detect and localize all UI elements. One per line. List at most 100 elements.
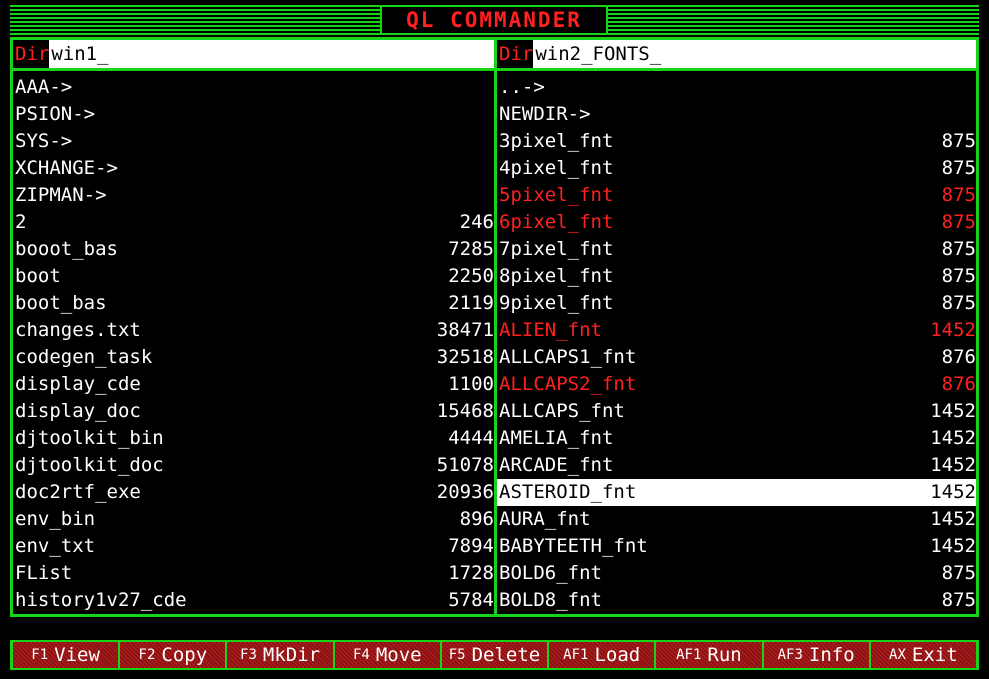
file-name: BOLD8_fnt (499, 589, 602, 611)
file-row[interactable]: display_doc 15468 (13, 398, 494, 425)
file-name: env_bin (15, 508, 96, 530)
file-name: 2 (15, 211, 27, 233)
file-row[interactable]: djtoolkit_bin 4444 (13, 425, 494, 452)
file-name: ALLCAPS_fnt (499, 400, 625, 422)
file-row[interactable]: env_bin 896 (13, 506, 494, 533)
file-name: SYS-> (15, 130, 73, 152)
file-row[interactable]: history1v27_cde 5784 (13, 587, 494, 614)
file-row[interactable]: 2 246 (13, 209, 494, 236)
left-dir-label: Dir (13, 40, 50, 68)
right-dir-bar: Dir win2_FONTS_ (497, 40, 976, 71)
file-size: 896 (459, 508, 494, 530)
file-row[interactable]: doc2rtf_exe 20936 (13, 479, 494, 506)
file-row[interactable]: boot_bas 2119 (13, 290, 494, 317)
file-row[interactable]: 6pixel_fnt 875 (497, 209, 976, 236)
left-dir-input[interactable]: win1_ (49, 40, 494, 68)
file-row[interactable]: XCHANGE-> (13, 155, 494, 182)
file-row[interactable]: 3pixel_fnt 875 (497, 128, 976, 155)
right-dir-input[interactable]: win2_FONTS_ (533, 40, 976, 68)
file-row[interactable]: AURA_fnt 1452 (497, 506, 976, 533)
fkey-code: AF1 (563, 647, 589, 663)
file-name: ALLCAPS1_fnt (499, 346, 637, 368)
file-row[interactable]: booot_bas 7285 (13, 236, 494, 263)
fkey-view-button[interactable]: F1 View (13, 642, 119, 668)
file-row[interactable]: ZIPMAN-> (13, 182, 494, 209)
file-row[interactable]: SYS-> (13, 128, 494, 155)
file-name: doc2rtf_exe (15, 481, 141, 503)
file-name: XCHANGE-> (15, 157, 118, 179)
file-size: 51078 (436, 454, 494, 476)
file-row[interactable]: ARCADE_fnt 1452 (497, 452, 976, 479)
file-row[interactable]: ALLCAPS2_fnt 876 (497, 371, 976, 398)
file-size: 20936 (436, 481, 494, 503)
file-name: boot_bas (15, 292, 107, 314)
file-name: 5pixel_fnt (499, 184, 614, 206)
file-row[interactable]: 9pixel_fnt 875 (497, 290, 976, 317)
file-size: 875 (941, 130, 976, 152)
file-row[interactable]: changes.txt 38471 (13, 317, 494, 344)
right-dir-label: Dir (497, 40, 534, 68)
fkey-move-button[interactable]: F4 Move (334, 642, 440, 668)
file-name: ZIPMAN-> (15, 184, 107, 206)
file-size: 876 (941, 373, 976, 395)
file-row[interactable]: AMELIA_fnt 1452 (497, 425, 976, 452)
fkey-code: F4 (352, 647, 370, 663)
fkey-copy-button[interactable]: F2 Copy (120, 642, 226, 668)
file-name: 4pixel_fnt (499, 157, 614, 179)
file-size: 1452 (930, 481, 976, 503)
file-row[interactable]: FList 1728 (13, 560, 494, 587)
file-row[interactable]: BOLD6_fnt 875 (497, 560, 976, 587)
right-file-list: ..-> NEWDIR-> 3pixel_fnt 875 4pixel_fnt 875 5p… (497, 71, 976, 614)
left-panel[interactable]: Dir win1_ AAA-> PSION-> SYS-> XCHANGE-> ZIPM… (10, 37, 497, 617)
file-row[interactable]: ALIEN_fnt 1452 (497, 317, 976, 344)
fkey-label: View (54, 644, 100, 666)
function-key-bar: F1 View F2 Copy F3 MkDir F4 Move F5 Delete AF1 Load… (10, 640, 979, 670)
fkey-delete-button[interactable]: F5 Delete (441, 642, 548, 668)
file-row[interactable]: 5pixel_fnt 875 (497, 182, 976, 209)
fkey-load-button[interactable]: AF1 Load (549, 642, 655, 668)
left-file-list: AAA-> PSION-> SYS-> XCHANGE-> ZIPMAN-> 2 246 bo… (13, 71, 494, 614)
file-size: 1452 (930, 508, 976, 530)
file-row[interactable]: BABYTEETH_fnt 1452 (497, 533, 976, 560)
file-row[interactable]: boot 2250 (13, 263, 494, 290)
left-dir-bar: Dir win1_ (13, 40, 494, 71)
file-size: 1452 (930, 319, 976, 341)
file-row[interactable]: 8pixel_fnt 875 (497, 263, 976, 290)
file-name: booot_bas (15, 238, 118, 260)
file-name: FList (15, 562, 73, 584)
fkey-code: F3 (240, 647, 257, 663)
fkey-run-button[interactable]: AF1 Run (656, 642, 762, 668)
file-row[interactable]: djtoolkit_doc 51078 (13, 452, 494, 479)
file-row[interactable]: ALLCAPS1_fnt 876 (497, 344, 976, 371)
file-size: 4444 (448, 427, 494, 449)
file-row[interactable]: ..-> (497, 74, 976, 101)
file-name: BOLD6_fnt (499, 562, 602, 584)
file-name: NEWDIR-> (499, 103, 591, 125)
fkey-label: Copy (161, 644, 208, 666)
file-row[interactable]: PSION-> (13, 101, 494, 128)
right-panel[interactable]: Dir win2_FONTS_ ..-> NEWDIR-> 3pixel_fnt 87… (494, 37, 979, 617)
file-size: 38471 (436, 319, 494, 341)
fkey-info-button[interactable]: AF3 Info (763, 642, 869, 668)
fkey-exit-button[interactable]: AX Exit (870, 642, 976, 668)
file-row[interactable]: 4pixel_fnt 875 (497, 155, 976, 182)
file-row[interactable]: 7pixel_fnt 875 (497, 236, 976, 263)
file-row[interactable]: AAA-> (13, 74, 494, 101)
file-size: 875 (941, 292, 976, 314)
fkey-code: F2 (138, 647, 156, 663)
file-row[interactable]: BOLD8_fnt 875 (497, 587, 976, 614)
file-name: ALIEN_fnt (499, 319, 602, 341)
file-row[interactable]: ASTEROID_fnt 1452 (497, 479, 976, 506)
file-name: 3pixel_fnt (499, 130, 614, 152)
fkey-code: F5 (448, 647, 466, 663)
file-row[interactable]: NEWDIR-> (497, 101, 976, 128)
fkey-label: Exit (911, 644, 958, 666)
file-size: 875 (941, 265, 976, 287)
fkey-mkdir-button[interactable]: F3 MkDir (227, 642, 333, 668)
file-name: display_cde (15, 373, 141, 395)
file-row[interactable]: env_txt 7894 (13, 533, 494, 560)
file-name: BABYTEETH_fnt (499, 535, 648, 557)
file-row[interactable]: codegen_task 32518 (13, 344, 494, 371)
file-row[interactable]: ALLCAPS_fnt 1452 (497, 398, 976, 425)
file-row[interactable]: display_cde 1100 (13, 371, 494, 398)
